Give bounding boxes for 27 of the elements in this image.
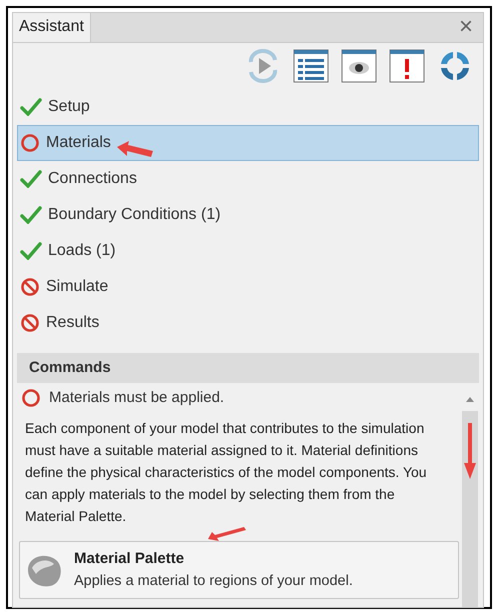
checkmark-icon xyxy=(20,170,42,188)
checkmark-icon xyxy=(20,242,42,260)
down-arrow-icon xyxy=(463,421,477,481)
step-item[interactable]: Results xyxy=(17,305,479,341)
eye-window-icon[interactable] xyxy=(341,49,377,83)
checkmark-icon xyxy=(20,206,42,224)
status-message: Materials must be applied. xyxy=(49,388,224,408)
pointer-arrow-icon xyxy=(207,527,247,541)
description-text: Each component of your model that contributes to the simulation must have a suitable material assigned to it. Material definitions define the physical characteristics of the model components. You can apply materials to the model by selecting them from the Material Palette. xyxy=(24,419,428,526)
section-header: Commands xyxy=(17,353,479,383)
panel-tab[interactable]: Assistant xyxy=(13,13,91,42)
circle-icon xyxy=(20,133,40,153)
command-item[interactable]: Material Palette Applies a material to regions of your model. xyxy=(19,541,459,600)
step-item[interactable]: Simulate xyxy=(17,269,479,305)
alert-window-icon[interactable] xyxy=(389,49,425,83)
step-item[interactable]: Connections xyxy=(17,161,479,197)
step-item[interactable]: Materials xyxy=(17,125,479,161)
checkmark-icon xyxy=(20,98,42,116)
step-item[interactable]: Boundary Conditions (1) xyxy=(17,197,479,233)
step-item[interactable]: Setup xyxy=(17,89,479,125)
prohibited-icon xyxy=(20,313,40,333)
list-window-icon[interactable] xyxy=(293,49,329,83)
step-item[interactable]: Loads (1) xyxy=(17,233,479,269)
circle-icon xyxy=(21,388,41,408)
scroll-up-icon[interactable] xyxy=(465,395,475,403)
close-button[interactable]: × xyxy=(458,15,473,39)
prohibited-icon xyxy=(20,277,40,297)
